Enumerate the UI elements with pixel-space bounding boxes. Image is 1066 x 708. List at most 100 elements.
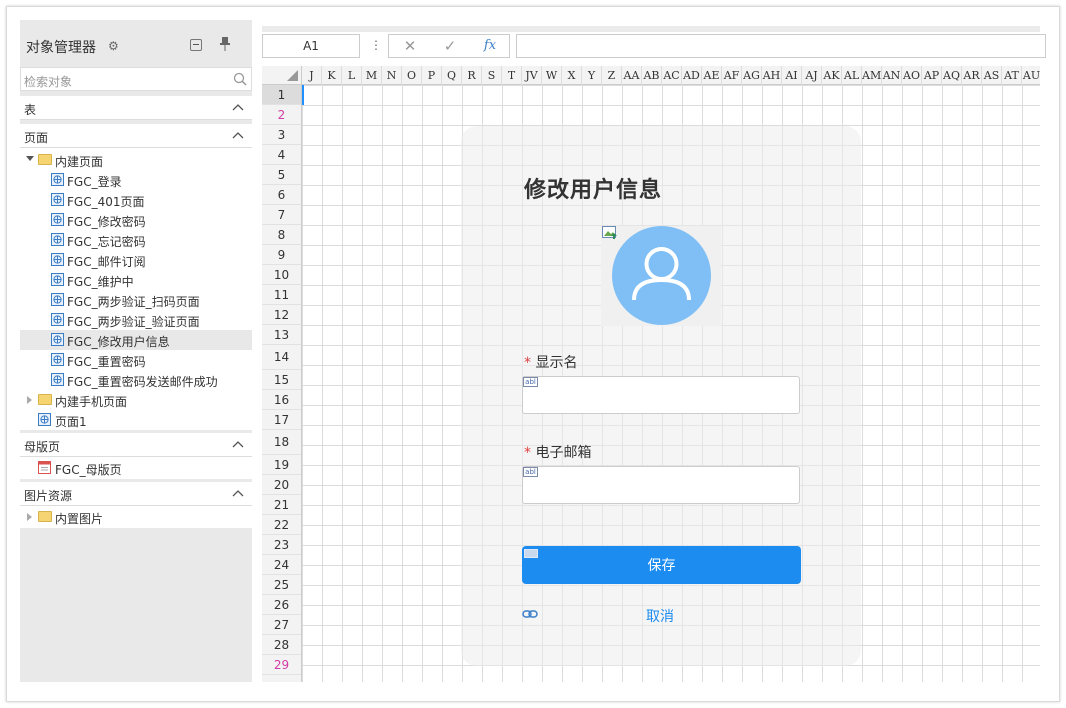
- section-pages[interactable]: 页面: [20, 124, 252, 148]
- column-header-cell[interactable]: X: [562, 66, 582, 85]
- column-header-cell[interactable]: AJ: [802, 66, 822, 85]
- email-input[interactable]: abl: [522, 466, 800, 504]
- row-header-cell[interactable]: 10: [262, 265, 301, 285]
- column-header-cell[interactable]: K: [322, 66, 342, 85]
- column-header-cell[interactable]: AT: [1002, 66, 1022, 85]
- column-header-cell[interactable]: AH: [762, 66, 782, 85]
- column-header-cell[interactable]: AO: [902, 66, 922, 85]
- row-header-cell[interactable]: 23: [262, 535, 301, 555]
- tree-item-page[interactable]: FGC_邮件订阅: [20, 250, 252, 270]
- row-header-cell[interactable]: 1: [262, 85, 301, 105]
- column-header-cell[interactable]: AU: [1022, 66, 1040, 85]
- column-header-cell[interactable]: Q: [442, 66, 462, 85]
- tree-item-page[interactable]: FGC_维护中: [20, 270, 252, 290]
- more-icon[interactable]: ⋮: [370, 38, 382, 54]
- row-header-cell[interactable]: 26: [262, 595, 301, 615]
- row-header-cell[interactable]: 17: [262, 410, 301, 430]
- column-header-cell[interactable]: JV: [522, 66, 542, 85]
- tree-item-page-selected[interactable]: FGC_修改用户信息: [20, 330, 252, 350]
- tree-folder-images[interactable]: 内置图片: [20, 507, 252, 527]
- row-header-cell[interactable]: 8: [262, 225, 301, 245]
- row-header-cell[interactable]: 15: [262, 370, 301, 390]
- column-header-cell[interactable]: N: [382, 66, 402, 85]
- column-header-cell[interactable]: P: [422, 66, 442, 85]
- avatar-image[interactable]: [612, 226, 711, 325]
- cancel-formula-icon[interactable]: ✕: [401, 38, 419, 54]
- tree-item-page[interactable]: FGC_登录: [20, 170, 252, 190]
- column-header-cell[interactable]: W: [542, 66, 562, 85]
- column-header-cell[interactable]: R: [462, 66, 482, 85]
- tree-item-page[interactable]: FGC_401页面: [20, 190, 252, 210]
- row-header-cell[interactable]: 29: [262, 655, 301, 675]
- row-header-cell[interactable]: 18: [262, 430, 301, 455]
- column-header-cell[interactable]: AB: [642, 66, 662, 85]
- tree-folder-builtin[interactable]: 内建页面: [20, 150, 252, 170]
- row-header-cell[interactable]: 6: [262, 185, 301, 205]
- tree-item-page1[interactable]: 页面1: [20, 410, 252, 430]
- formula-input[interactable]: [516, 34, 1046, 58]
- cell-name-box[interactable]: A1: [262, 34, 360, 58]
- row-header-cell[interactable]: 12: [262, 305, 301, 325]
- tree-item-page[interactable]: FGC_两步验证_验证页面: [20, 310, 252, 330]
- column-header-cell[interactable]: L: [342, 66, 362, 85]
- row-header-cell[interactable]: 19: [262, 455, 301, 475]
- display-name-input[interactable]: abl: [522, 376, 800, 414]
- row-header-cell[interactable]: 16: [262, 390, 301, 410]
- row-header-cell[interactable]: 25: [262, 575, 301, 595]
- section-images[interactable]: 图片资源: [20, 482, 252, 506]
- chevron-up-icon[interactable]: [232, 102, 244, 112]
- column-header-cell[interactable]: AE: [702, 66, 722, 85]
- column-header-cell[interactable]: Z: [602, 66, 622, 85]
- image-control-icon[interactable]: [602, 226, 618, 240]
- column-header-cell[interactable]: AF: [722, 66, 742, 85]
- search-icon[interactable]: [233, 72, 247, 86]
- save-button[interactable]: 保存: [522, 546, 801, 584]
- select-all-corner[interactable]: [262, 66, 302, 85]
- tree-item-master[interactable]: FGC_母版页: [20, 458, 252, 478]
- confirm-formula-icon[interactable]: ✓: [441, 38, 459, 54]
- row-header-cell[interactable]: 5: [262, 165, 301, 185]
- section-table[interactable]: 表: [20, 96, 252, 120]
- function-icon[interactable]: fx: [481, 38, 499, 54]
- column-header-cell[interactable]: S: [482, 66, 502, 85]
- pin-icon[interactable]: [219, 36, 231, 52]
- column-header-cell[interactable]: O: [402, 66, 422, 85]
- row-header-cell[interactable]: 13: [262, 325, 301, 345]
- column-header-cell[interactable]: AD: [682, 66, 702, 85]
- tree-item-page[interactable]: FGC_忘记密码: [20, 230, 252, 250]
- column-header-cell[interactable]: AR: [962, 66, 982, 85]
- gear-icon[interactable]: ⚙: [108, 40, 120, 52]
- column-header-cell[interactable]: AI: [782, 66, 802, 85]
- column-header-cell[interactable]: AS: [982, 66, 1002, 85]
- column-header-cell[interactable]: AK: [822, 66, 842, 85]
- expand-arrow-icon[interactable]: [27, 513, 32, 521]
- tree-item-page[interactable]: FGC_两步验证_扫码页面: [20, 290, 252, 310]
- chevron-up-icon[interactable]: [232, 130, 244, 140]
- row-header-cell[interactable]: 21: [262, 495, 301, 515]
- column-header-cell[interactable]: AM: [862, 66, 882, 85]
- row-header-cell[interactable]: 20: [262, 475, 301, 495]
- row-header-cell[interactable]: 3: [262, 125, 301, 145]
- expand-arrow-icon[interactable]: [27, 396, 32, 404]
- row-header-cell[interactable]: 9: [262, 245, 301, 265]
- row-header-cell[interactable]: 11: [262, 285, 301, 305]
- column-header-cell[interactable]: AG: [742, 66, 762, 85]
- column-header-cell[interactable]: Y: [582, 66, 602, 85]
- column-header-cell[interactable]: AA: [622, 66, 642, 85]
- column-header-cell[interactable]: AL: [842, 66, 862, 85]
- row-header-cell[interactable]: 27: [262, 615, 301, 635]
- column-header-cell[interactable]: AP: [922, 66, 942, 85]
- tree-item-page[interactable]: FGC_重置密码发送邮件成功: [20, 370, 252, 390]
- tree-item-page[interactable]: FGC_重置密码: [20, 350, 252, 370]
- row-header-cell[interactable]: 7: [262, 205, 301, 225]
- row-header-cell[interactable]: 22: [262, 515, 301, 535]
- row-header-cell[interactable]: 14: [262, 345, 301, 370]
- search-input[interactable]: 检索对象: [20, 67, 252, 91]
- column-header-cell[interactable]: AN: [882, 66, 902, 85]
- collapse-all-icon[interactable]: [190, 39, 202, 51]
- chevron-up-icon[interactable]: [232, 439, 244, 449]
- row-header-cell[interactable]: 24: [262, 555, 301, 575]
- expand-arrow-icon[interactable]: [26, 156, 34, 161]
- row-header-cell[interactable]: 4: [262, 145, 301, 165]
- section-master[interactable]: 母版页: [20, 433, 252, 457]
